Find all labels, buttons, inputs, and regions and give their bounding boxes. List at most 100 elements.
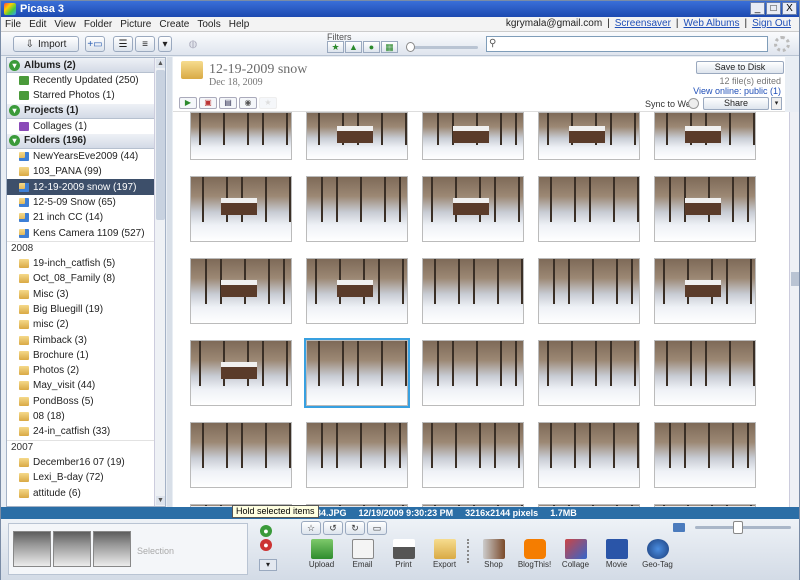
geotag-button[interactable]: Geo-Tag [637,539,678,569]
menu-help[interactable]: Help [229,19,250,30]
folders-section-header[interactable]: ▾ Folders (196) [7,133,165,149]
photo-thumbnail[interactable] [190,112,292,160]
maximize-button[interactable]: □ [766,2,781,15]
folder-item[interactable]: Rimback (3) [7,332,165,347]
folder-item-selected[interactable]: 12-19-2009 snow (197) [7,179,165,195]
albums-section-header[interactable]: ▾ Albums (2) [7,58,165,73]
uploaded-filter-icon[interactable]: ▲ [345,41,362,53]
photo-thumbnail[interactable] [654,422,756,488]
photo-thumbnail[interactable] [190,176,292,242]
starred-filter-icon[interactable]: ★ [327,41,344,53]
photo-thumbnail[interactable] [306,258,408,324]
folder-item[interactable]: attitude (6) [7,485,165,500]
tree-view-button[interactable]: ≡ [135,36,155,52]
add-to-album-button[interactable]: +▭ [85,36,105,52]
folder-item[interactable]: 12-5-09 Snow (65) [7,195,165,210]
folder-item[interactable]: 24-in_catfish (33) [7,424,165,439]
photo-thumbnail[interactable] [306,112,408,160]
print-button[interactable]: Print [383,539,424,569]
scroll-up-icon[interactable]: ▲ [156,59,165,68]
panel-splitter[interactable] [167,57,172,507]
photo-thumbnail[interactable] [190,422,292,488]
album-item[interactable]: Starred Photos (1) [7,88,165,103]
video-filter-icon[interactable]: ▦ [381,41,398,53]
email-button[interactable]: Email [342,539,383,569]
web-albums-link[interactable]: Web Albums [684,18,740,29]
menu-view[interactable]: View [54,19,76,30]
photo-thumbnail[interactable] [654,176,756,242]
folder-item[interactable]: December16 07 (19) [7,455,165,470]
folder-item[interactable]: Lexi_B-day (72) [7,470,165,485]
folder-item[interactable]: 21 inch CC (14) [7,210,165,225]
add-to-dropdown-button[interactable]: ▾ [259,559,277,571]
folder-item[interactable]: Big Bluegill (19) [7,302,165,317]
menu-edit[interactable]: Edit [29,19,46,30]
folder-item[interactable]: Misc (3) [7,287,165,302]
project-item[interactable]: Collages (1) [7,119,165,134]
import-button[interactable]: ⇩ Import [13,36,79,52]
sign-out-link[interactable]: Sign Out [752,18,791,29]
menu-folder[interactable]: Folder [84,19,112,30]
date-filter-slider[interactable] [406,42,478,52]
folder-item[interactable]: 103_PANA (99) [7,164,165,179]
folder-item[interactable]: Brochure (1) [7,348,165,363]
folder-item[interactable]: 08 (18) [7,409,165,424]
faces-filter-icon[interactable]: ● [363,41,380,53]
search-input[interactable]: ⚲ [486,36,768,52]
tray-thumbnail[interactable] [13,531,51,567]
share-button[interactable]: Share [703,97,769,110]
photo-thumbnail[interactable] [306,422,408,488]
export-button[interactable]: Export [424,539,465,569]
folder-item[interactable]: NewYearsEve2009 (44) [7,149,165,164]
rotate-right-icon[interactable]: ↻ [345,521,365,535]
film-icon[interactable]: ▤ [219,97,237,109]
photo-thumbnail[interactable] [654,112,756,160]
album-item[interactable]: Recently Updated (250) [7,73,165,88]
tray-thumbnail[interactable] [93,531,131,567]
play-slideshow-icon[interactable]: ▶ [179,97,197,109]
hold-selected-icon[interactable]: ● [260,525,272,537]
close-button[interactable]: X [782,2,797,15]
folder-item[interactable]: Photos (2) [7,363,165,378]
upload-button[interactable]: Upload [301,539,342,569]
people-button[interactable]: ◍ [183,36,203,52]
photo-thumbnail[interactable] [306,176,408,242]
menu-file[interactable]: File [5,19,21,30]
photo-thumbnail[interactable] [538,422,640,488]
export-html-icon[interactable]: ◉ [239,97,257,109]
photo-thumbnail[interactable] [422,422,524,488]
photo-thumbnail[interactable] [654,258,756,324]
photo-thumbnail[interactable] [422,258,524,324]
photo-thumbnail[interactable] [538,340,640,406]
photo-thumbnail[interactable] [538,258,640,324]
collapse-icon[interactable]: ▾ [9,59,20,71]
menu-tools[interactable]: Tools [197,19,220,30]
minimize-button[interactable]: _ [750,2,765,15]
scrollbar-thumb[interactable] [156,70,165,220]
folder-item[interactable]: misc (2) [7,317,165,332]
sync-toggle[interactable] [688,98,699,109]
slider-handle[interactable] [733,521,743,534]
scroll-down-icon[interactable]: ▼ [156,496,165,505]
collapse-icon[interactable]: ▾ [9,135,20,147]
photo-thumbnail[interactable] [190,340,292,406]
rotate-left-icon[interactable]: ↺ [323,521,343,535]
folder-item[interactable]: 19-inch_catfish (5) [7,256,165,271]
screensaver-link[interactable]: Screensaver [615,18,671,29]
slider-handle[interactable] [406,42,415,52]
photo-thumbnail[interactable] [538,112,640,160]
folder-list-scrollbar[interactable]: ▲ ▼ [154,58,165,506]
star-icon[interactable]: ★ [259,97,277,109]
scrollbar-thumb[interactable] [791,272,799,286]
projects-section-header[interactable]: ▾ Projects (1) [7,103,165,119]
photo-thumbnail[interactable] [422,340,524,406]
tray-thumbnail[interactable] [53,531,91,567]
photo-thumbnail[interactable] [190,258,292,324]
shop-button[interactable]: Shop [473,539,514,569]
view-online-link[interactable]: View online: public (1) [693,86,781,96]
folder-item[interactable]: Oct_08_Family (8) [7,271,165,286]
folder-item[interactable]: May_visit (44) [7,378,165,393]
save-to-disk-button[interactable]: Save to Disk [696,61,784,74]
folder-item[interactable]: Kens Camera 1109 (527) [7,225,165,240]
view-dropdown-button[interactable]: ▾ [158,36,172,52]
